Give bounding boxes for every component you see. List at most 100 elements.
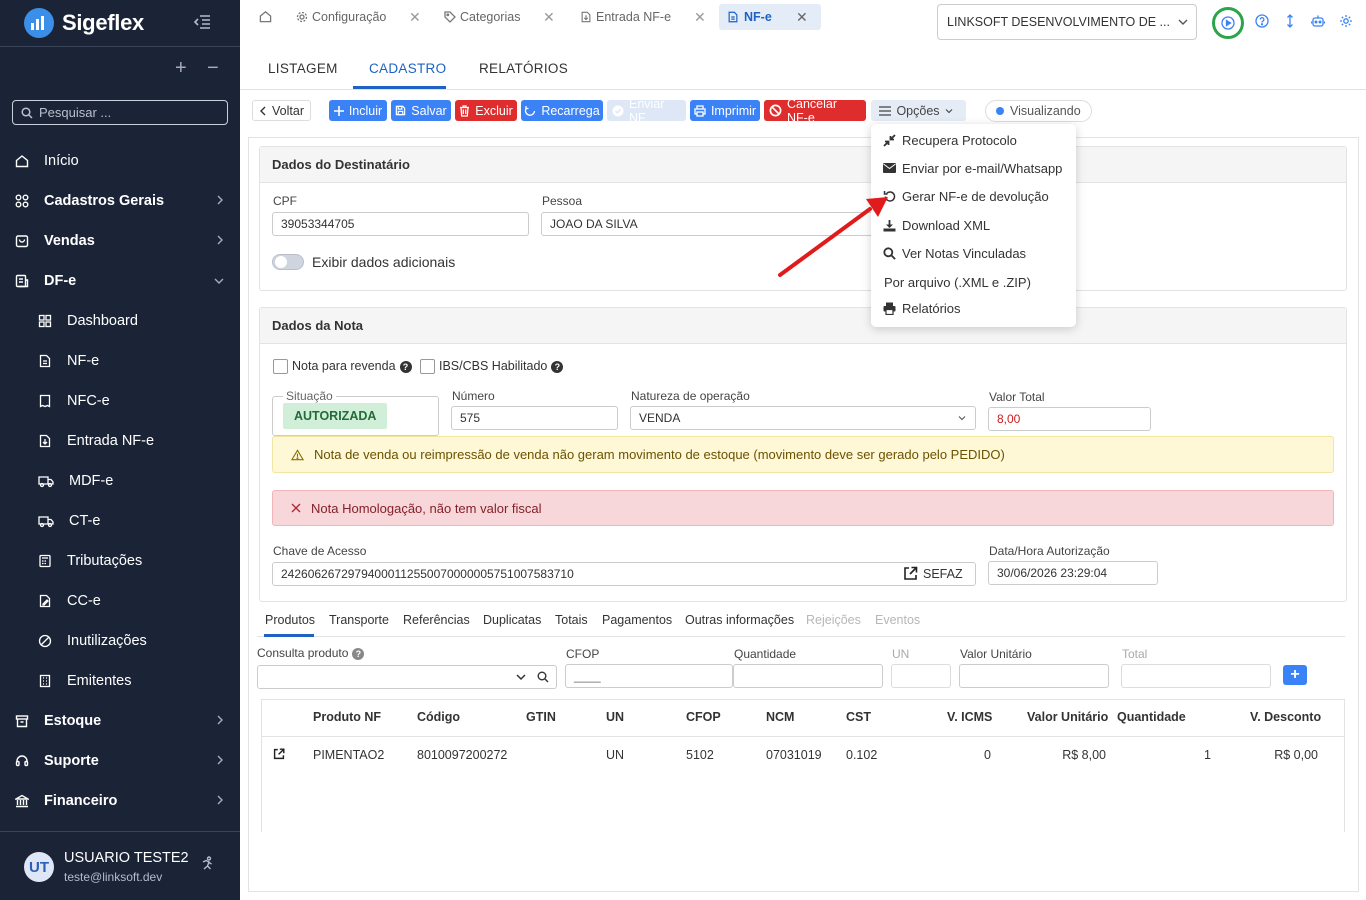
help-icon[interactable]: ? bbox=[551, 360, 564, 373]
col-v-icms[interactable]: V. ICMS bbox=[947, 710, 992, 724]
tab-duplicatas[interactable]: Duplicatas bbox=[483, 613, 541, 627]
cfop-input[interactable]: ____ bbox=[565, 664, 733, 688]
resale-checkbox[interactable] bbox=[273, 359, 288, 374]
number-field[interactable]: 575 bbox=[451, 406, 618, 430]
logout-run-icon[interactable] bbox=[199, 856, 215, 872]
robot-icon[interactable] bbox=[1311, 14, 1325, 28]
col-ncm[interactable]: NCM bbox=[766, 710, 794, 724]
menu-item-gerar-devolucao[interactable]: Gerar NF-e de devolução bbox=[883, 186, 1049, 206]
tab-nfe[interactable]: NF-e ✕ bbox=[719, 4, 821, 30]
cell-produto-nf: PIMENTAO2 bbox=[313, 748, 385, 762]
tab-produtos[interactable]: Produtos bbox=[265, 613, 315, 627]
col-gtin[interactable]: GTIN bbox=[526, 710, 556, 724]
menu-item-relatorios[interactable]: Relatórios bbox=[883, 298, 961, 318]
menu-item-download-xml[interactable]: Download XML bbox=[883, 215, 990, 235]
tab-categorias[interactable]: Categorias bbox=[436, 4, 528, 30]
tab-relatorios[interactable]: RELATÓRIOS bbox=[479, 61, 568, 76]
sidebar-item-cadastros-gerais[interactable]: Cadastros Gerais bbox=[0, 181, 240, 221]
close-tab-categorias-icon[interactable]: ✕ bbox=[543, 9, 555, 26]
sidebar-item-vendas[interactable]: Vendas bbox=[0, 221, 240, 261]
sidebar-item-dashboard[interactable]: Dashboard bbox=[0, 301, 240, 341]
operation-nature-select[interactable]: VENDA bbox=[630, 406, 976, 430]
menu-item-ver-notas-vinculadas[interactable]: Ver Notas Vinculadas bbox=[883, 243, 1026, 263]
col-cst[interactable]: CST bbox=[846, 710, 871, 724]
tab-cadastro[interactable]: CADASTRO bbox=[369, 61, 446, 76]
save-button[interactable]: Salvar bbox=[391, 100, 451, 121]
help-icon[interactable] bbox=[1255, 14, 1269, 28]
sidebar-item-tributacoes[interactable]: Tributações bbox=[0, 541, 240, 581]
sefaz-button[interactable]: SEFAZ bbox=[903, 566, 963, 581]
home-icon[interactable] bbox=[259, 10, 272, 23]
gear-icon[interactable] bbox=[1339, 14, 1353, 28]
sidebar-item-nfe[interactable]: NF-e bbox=[0, 341, 240, 381]
back-button[interactable]: Voltar bbox=[252, 100, 311, 121]
unit-input[interactable] bbox=[891, 664, 951, 688]
tab-pagamentos[interactable]: Pagamentos bbox=[602, 613, 672, 627]
close-tab-configuracao-icon[interactable]: ✕ bbox=[409, 9, 421, 26]
menu-item-por-arquivo[interactable]: Por arquivo (.XML e .ZIP) bbox=[884, 272, 1031, 292]
play-circle-icon[interactable] bbox=[1212, 7, 1244, 39]
total-value-field[interactable]: 8,00 bbox=[988, 407, 1151, 431]
tab-transporte[interactable]: Transporte bbox=[329, 613, 389, 627]
send-nf-button[interactable]: Enviar NF bbox=[607, 97, 686, 125]
include-button[interactable]: Incluir bbox=[329, 100, 387, 121]
vertical-resize-icon[interactable] bbox=[1285, 14, 1295, 28]
tab-outras-informacoes[interactable]: Outras informações bbox=[685, 613, 794, 627]
sidebar-item-inicio[interactable]: Início bbox=[0, 141, 240, 181]
additional-data-toggle[interactable] bbox=[272, 254, 304, 270]
col-un[interactable]: UN bbox=[606, 710, 624, 724]
options-button[interactable]: Opções bbox=[871, 100, 966, 121]
tab-referencias[interactable]: Referências bbox=[403, 613, 470, 627]
sidebar-item-dfe[interactable]: DF-e bbox=[0, 261, 240, 301]
auth-datetime-field[interactable]: 30/06/2026 23:29:04 bbox=[988, 561, 1158, 585]
sidebar-item-mdfe[interactable]: MDF-e bbox=[0, 461, 240, 501]
help-icon[interactable]: ? bbox=[352, 647, 365, 660]
menu-item-enviar-email[interactable]: Enviar por e-mail/Whatsapp bbox=[883, 158, 1062, 178]
sidebar-item-financeiro[interactable]: Financeiro bbox=[0, 781, 240, 821]
cpf-field[interactable]: 39053344705 bbox=[272, 212, 529, 236]
avatar[interactable]: UT bbox=[24, 852, 54, 882]
reload-button[interactable]: Recarrega bbox=[521, 100, 603, 121]
col-valor-unitario[interactable]: Valor Unitário bbox=[1027, 710, 1108, 724]
cancel-nfe-button[interactable]: Cancelar NF-e bbox=[764, 97, 866, 125]
collapse-sidebar-icon[interactable] bbox=[193, 14, 211, 30]
delete-button[interactable]: Excluir bbox=[455, 100, 517, 121]
total-input[interactable] bbox=[1121, 664, 1271, 688]
ibs-cbs-checkbox[interactable] bbox=[420, 359, 435, 374]
add-product-button[interactable]: + bbox=[1283, 665, 1307, 685]
search-icon[interactable] bbox=[537, 671, 549, 683]
expand-all-button[interactable]: + bbox=[175, 58, 187, 78]
sidebar-item-estoque[interactable]: Estoque bbox=[0, 701, 240, 741]
sidebar-item-cte[interactable]: CT-e bbox=[0, 501, 240, 541]
sidebar-item-emitentes[interactable]: Emitentes bbox=[0, 661, 240, 701]
col-codigo[interactable]: Código bbox=[417, 710, 460, 724]
sidebar-item-nfce[interactable]: NFC-e bbox=[0, 381, 240, 421]
close-tab-nfe-icon[interactable]: ✕ bbox=[796, 9, 808, 26]
tab-configuracao[interactable]: Configuração bbox=[288, 4, 394, 30]
col-produto-nf[interactable]: Produto NF bbox=[313, 710, 381, 724]
print-button[interactable]: Imprimir bbox=[690, 100, 760, 121]
quantity-input[interactable] bbox=[733, 664, 883, 688]
sidebar-item-suporte[interactable]: Suporte bbox=[0, 741, 240, 781]
tab-entrada-nfe[interactable]: Entrada NF-e bbox=[572, 4, 679, 30]
sidebar-item-inutilizacoes[interactable]: Inutilizações bbox=[0, 621, 240, 661]
col-v-desconto[interactable]: V. Desconto bbox=[1250, 710, 1321, 724]
sidebar-item-entrada-nfe[interactable]: Entrada NF-e bbox=[0, 421, 240, 461]
tab-listagem[interactable]: LISTAGEM bbox=[268, 61, 338, 76]
sidebar-item-cce[interactable]: CC-e bbox=[0, 581, 240, 621]
tab-rejeicoes[interactable]: Rejeições bbox=[806, 613, 861, 627]
product-search-select[interactable] bbox=[257, 665, 557, 689]
tab-totais[interactable]: Totais bbox=[555, 613, 588, 627]
close-tab-entrada-nfe-icon[interactable]: ✕ bbox=[694, 9, 706, 26]
unit-value-input[interactable] bbox=[959, 664, 1109, 688]
access-key-field[interactable]: 2426062672979400011255007000000575100758… bbox=[272, 562, 976, 586]
collapse-all-button[interactable]: − bbox=[207, 58, 219, 78]
col-cfop[interactable]: CFOP bbox=[686, 710, 721, 724]
help-icon[interactable]: ? bbox=[399, 360, 412, 373]
sidebar-search-input[interactable]: Pesquisar ... bbox=[12, 100, 228, 125]
open-item-external-icon[interactable] bbox=[273, 748, 285, 760]
company-select[interactable]: LINKSOFT DESENVOLVIMENTO DE ... bbox=[937, 4, 1197, 40]
col-quantidade[interactable]: Quantidade bbox=[1117, 710, 1186, 724]
tab-eventos[interactable]: Eventos bbox=[875, 613, 920, 627]
menu-item-recupera-protocolo[interactable]: Recupera Protocolo bbox=[883, 130, 1017, 150]
